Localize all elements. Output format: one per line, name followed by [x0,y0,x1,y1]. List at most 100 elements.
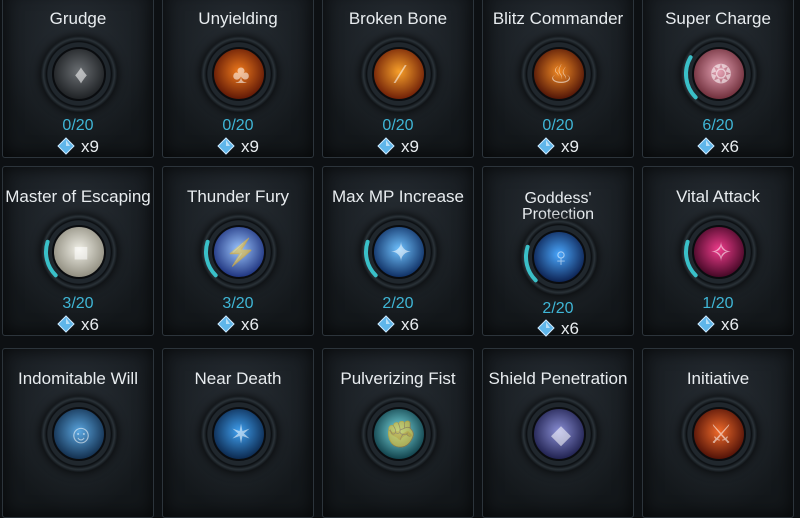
skill-icon-frame[interactable]: ♦ [41,36,117,112]
fighter-icon: ☺ [52,407,106,461]
skill-icon-frame[interactable]: ☺ [41,396,117,472]
flame-army-icon: ♨ [532,47,586,101]
skill-level: 0/20 [382,117,414,134]
blue-crystal-icon [537,319,555,337]
skill-level: 2/20 [542,300,574,317]
orange-slash-icon: ∕ [372,47,426,101]
cost-amount: x6 [401,315,419,334]
skill-cost: x9 [163,137,313,157]
cost-amount: x9 [241,137,259,156]
progress-arc-fill [684,55,698,100]
shield-icon: ◆ [532,407,586,461]
progress-arc [204,239,218,278]
progress-arc [44,239,58,278]
skill-cost: x9 [323,137,473,157]
skill-level: 6/20 [702,117,734,134]
skill-name: Vital Attack [676,187,760,206]
skill-cost: x6 [643,137,793,157]
progress-arc-fill [684,239,698,278]
progress-arc [364,239,378,278]
skill-level: 0/20 [62,117,94,134]
skill-card[interactable]: Initiative ⚔ [642,348,794,518]
skill-card[interactable]: Goddess' Protection ♀ 2/20 x6 [482,166,634,339]
skill-cost: x6 [323,315,473,335]
blue-crystal-icon [377,315,395,333]
skill-card[interactable]: Vital Attack ✧ 1/20 x6 [642,166,794,336]
cost-amount: x9 [81,137,99,156]
skill-name: Initiative [686,369,750,388]
progress-arc [684,55,698,100]
skill-name: Thunder Fury [186,187,290,206]
cost-amount: x9 [561,137,579,156]
skill-name: Pulverizing Fist [340,369,456,388]
skill-card[interactable]: Unyielding ♣ 0/20 x9 [162,0,314,158]
cost-amount: x6 [721,137,739,156]
skill-card[interactable]: Shield Penetration ◆ [482,348,634,518]
fist-shield-icon: ✊ [372,407,426,461]
skill-level: 1/20 [702,295,734,312]
skill-icon-frame[interactable]: ♨ [521,36,597,112]
blue-crystal-icon [377,137,395,155]
cost-amount: x6 [721,315,739,334]
skill-cost: x6 [483,319,633,339]
cost-amount: x6 [561,319,579,338]
dark-wolf-icon: ♦ [52,47,106,101]
cost-amount: x6 [241,315,259,334]
skill-level: 0/20 [222,117,254,134]
progress-arc-fill [44,239,58,278]
progress-arc-fill [204,239,218,278]
skill-card[interactable]: Blitz Commander ♨ 0/20 x9 [482,0,634,158]
skill-cost: x6 [643,315,793,335]
skill-card[interactable]: Grudge ♦ 0/20 x9 [2,0,154,158]
skill-level: 0/20 [542,117,574,134]
skill-icon-frame[interactable]: ❂ [681,36,757,112]
progress-arc-fill [524,244,538,283]
progress-arc-fill [364,239,378,278]
skill-icon-frame[interactable]: ⚔ [681,396,757,472]
blue-crystal-icon [537,137,555,155]
skill-name: Max MP Increase [332,187,464,206]
skill-cost: x6 [163,315,313,335]
skill-name: Super Charge [665,9,771,28]
skill-name: Shield Penetration [488,369,628,388]
fire-sword-icon: ⚔ [692,407,746,461]
skill-card[interactable]: Indomitable Will ☺ [2,348,154,518]
blue-crystal-icon [697,137,715,155]
skill-icon-frame[interactable]: ✊ [361,396,437,472]
skill-name: Broken Bone [348,9,448,28]
blue-crystal-icon [217,137,235,155]
skill-card[interactable]: Broken Bone ∕ 0/20 x9 [322,0,474,158]
skill-icon-frame[interactable]: ■ [41,214,117,290]
skill-card[interactable]: Super Charge ❂ 6/20 x6 [642,0,794,158]
skill-icon-frame[interactable]: ◆ [521,396,597,472]
skill-icon-frame[interactable]: ♣ [201,36,277,112]
skill-cost: x9 [483,137,633,157]
skill-name: Master of Escaping [5,187,151,206]
progress-arc [524,244,538,283]
skill-name: Near Death [194,369,282,388]
skill-name: Grudge [49,9,107,28]
skill-cost: x9 [3,137,153,157]
skill-level: 3/20 [222,295,254,312]
skill-level: 3/20 [62,295,94,312]
skill-card[interactable]: Pulverizing Fist ✊ [322,348,474,518]
skill-icon-frame[interactable]: ✧ [681,214,757,290]
skill-level: 2/20 [382,295,414,312]
skill-card[interactable]: Thunder Fury ⚡ 3/20 x6 [162,166,314,336]
skill-cost: x6 [3,315,153,335]
skill-card[interactable]: Max MP Increase ✦ 2/20 x6 [322,166,474,336]
skill-icon-frame[interactable]: ∕ [361,36,437,112]
skill-icon-frame[interactable]: ♀ [521,219,597,295]
cost-amount: x6 [81,315,99,334]
fiery-figure-icon: ♣ [212,47,266,101]
skill-card[interactable]: Master of Escaping ■ 3/20 x6 [2,166,154,336]
skill-card[interactable]: Near Death ✶ [162,348,314,518]
skill-name: Blitz Commander [492,9,624,28]
blue-crystal-icon [697,315,715,333]
skill-name: Unyielding [198,9,278,28]
skill-icon-frame[interactable]: ✦ [361,214,437,290]
skill-name: Indomitable Will [18,369,138,388]
skill-icon-frame[interactable]: ⚡ [201,214,277,290]
skill-icon-frame[interactable]: ✶ [201,396,277,472]
skill-grid: Grudge ♦ 0/20 x9 Unyielding ♣ 0/20 x9 Broken Bon… [0,0,800,518]
